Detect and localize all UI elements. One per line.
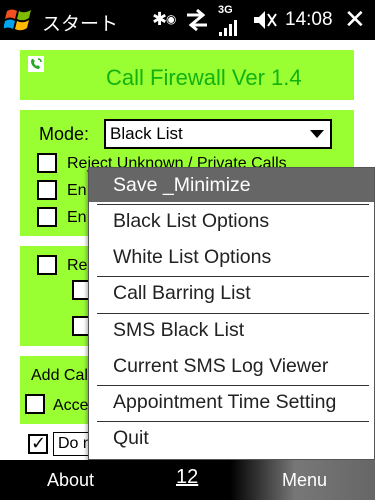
signal-icon: 3G xyxy=(218,4,244,36)
phone-app-icon xyxy=(28,56,44,72)
menu-item-save-minimize[interactable]: Save _Minimize xyxy=(89,168,374,202)
input-panel-softkey[interactable]: 12 xyxy=(176,466,198,489)
mode-selected-value: Black List xyxy=(110,124,183,143)
network-type-label: 3G xyxy=(218,4,233,16)
clock[interactable]: 14:08 xyxy=(285,9,333,31)
reject-unknown-checkbox[interactable] xyxy=(37,153,57,173)
menu-item-black-list-options[interactable]: Black List Options xyxy=(89,204,374,238)
mode-label: Mode: xyxy=(39,124,90,144)
enable-option-2-label: En xyxy=(67,209,87,226)
enable-option-1-checkbox[interactable] xyxy=(37,180,57,200)
popup-menu: Save _Minimize Black List Options White … xyxy=(88,167,375,460)
accept-checkbox[interactable] xyxy=(25,394,45,414)
checkmark-icon: ✓ xyxy=(31,433,47,453)
menu-item-appointment-time-setting[interactable]: Appointment Time Setting xyxy=(89,385,374,419)
sync-arrows-icon xyxy=(187,8,207,32)
enable-option-2-checkbox[interactable] xyxy=(37,207,57,227)
menu-softkey[interactable]: Menu xyxy=(282,470,327,491)
menu-item-sms-black-list[interactable]: SMS Black List xyxy=(89,313,374,347)
start-label[interactable]: スタート xyxy=(42,9,118,36)
close-icon[interactable]: ✕ xyxy=(344,5,366,35)
speaker-muted-icon xyxy=(254,11,277,29)
bluetooth-icon: ✱ xyxy=(152,9,168,30)
menu-item-white-list-options[interactable]: White List Options xyxy=(89,240,374,274)
dont-label: Do n xyxy=(58,435,92,452)
menu-item-quit[interactable]: Quit xyxy=(89,421,374,455)
status-bar: スタート ✱ ◉ 3G 14:08 ✕ xyxy=(0,0,375,40)
softkey-bar: About 12 Menu xyxy=(0,460,375,500)
dropdown-arrow-icon xyxy=(310,130,324,138)
enable-option-1-label: En xyxy=(67,182,87,199)
menu-item-sms-log-viewer[interactable]: Current SMS Log Viewer xyxy=(89,349,374,383)
accept-label: Acce xyxy=(53,397,89,414)
windows-flag-icon[interactable] xyxy=(4,6,34,34)
title-panel: Call Firewall Ver 1.4 xyxy=(20,50,354,100)
menu-item-call-barring-list[interactable]: Call Barring List xyxy=(89,276,374,310)
mode-dropdown[interactable]: Black List xyxy=(104,119,332,149)
re-option-label: Re xyxy=(67,257,88,274)
re-option-checkbox[interactable] xyxy=(37,255,57,275)
dont-checkbox[interactable]: ✓ xyxy=(28,433,48,454)
about-softkey[interactable]: About xyxy=(47,470,94,491)
add-call-label: Add Cal xyxy=(31,367,88,384)
app-title: Call Firewall Ver 1.4 xyxy=(106,65,302,90)
bluetooth-visible-icon: ◉ xyxy=(166,12,177,26)
